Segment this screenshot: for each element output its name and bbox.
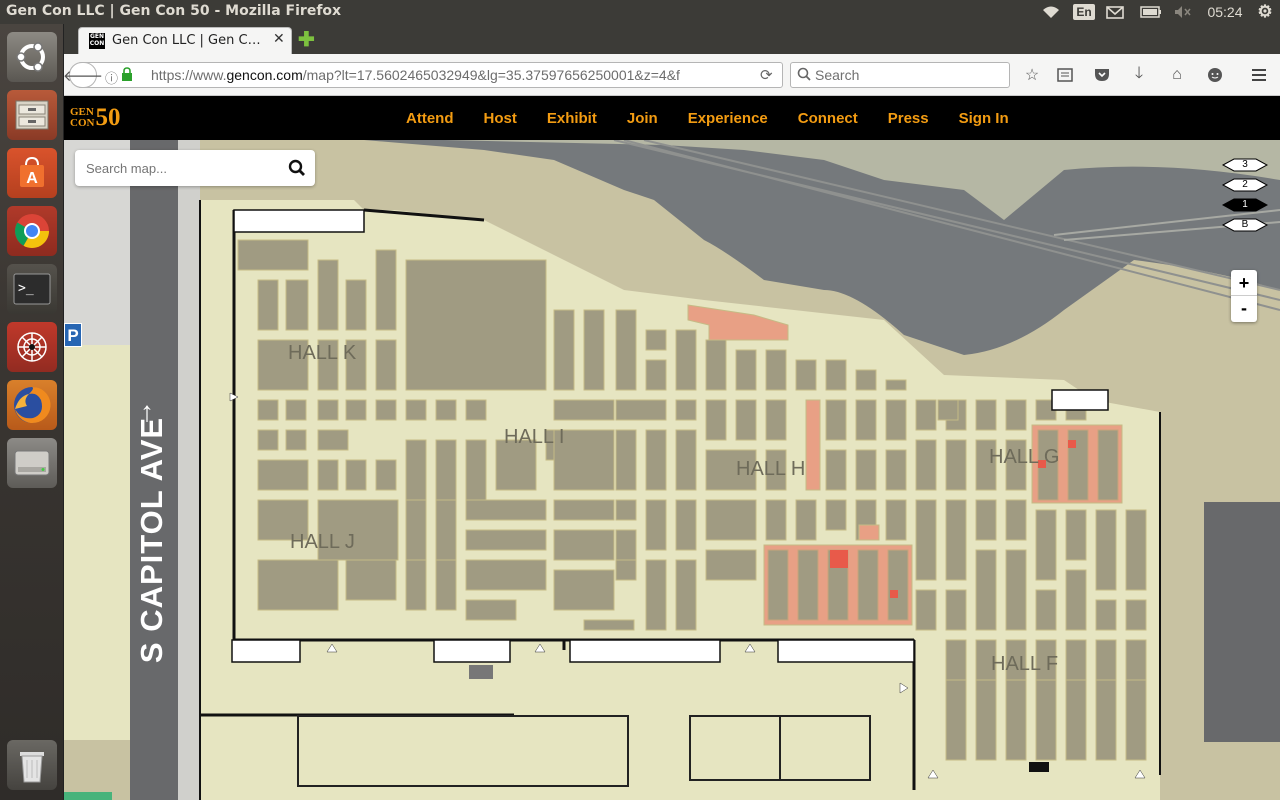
parking-sign-icon: P [64,323,82,347]
wifi-icon[interactable] [1041,4,1061,20]
hall-label-k: HALL K [288,342,357,364]
url-path: /map?lt=17.5602465032949&lg=35.375976562… [302,67,680,83]
url-domain: gencon.com [226,67,303,83]
clock[interactable]: 05:24 [1203,4,1247,20]
hall-label-g: HALL G [989,446,1060,468]
browser-search-placeholder: Search [815,67,860,83]
browser-chrome: GEN CON Gen Con LLC | Gen C… ✕ ✚ 🡐 ⓘ http… [63,24,1280,96]
url-prefix: https://www. [151,67,227,83]
hall-label-i: HALL I [504,426,565,448]
home-icon[interactable]: ⌂ [1166,64,1188,86]
hall-label-f: HALL F [991,653,1059,675]
downloads-arrow-icon[interactable]: 🡓 [1128,64,1150,86]
search-magnifier-icon [797,67,811,84]
level-1-button-active[interactable]: 1 [1221,198,1269,212]
nav-press[interactable]: Press [888,110,929,127]
hall-label-j: HALL J [290,531,355,553]
shopping-bag-icon[interactable]: A [7,148,57,198]
battery-icon[interactable] [1139,4,1163,20]
firefox-icon[interactable] [7,380,57,430]
navigation-toolbar: 🡐 ⓘ https://www.gencon.com/map?lt=17.560… [63,54,1280,96]
zoom-out-button[interactable]: - [1231,296,1257,322]
url-bar[interactable]: 🡐 ⓘ https://www.gencon.com/map?lt=17.560… [63,62,783,88]
tab-close-icon[interactable]: ✕ [273,31,285,47]
pocket-icon[interactable] [1091,64,1113,86]
level-2-button[interactable]: 2 [1221,178,1269,192]
ubuntu-logo-icon[interactable] [7,32,57,82]
nav-experience[interactable]: Experience [688,110,768,127]
floor-map[interactable]: S CAPITOL AVE ↑ P HALL K HALL I HALL H H… [64,140,1280,800]
site-header: GEN CON 50 Attend Host Exhibit Join Expe… [64,96,1280,140]
settings-gear-icon[interactable]: ⚙ [1255,2,1275,21]
window-title: Gen Con LLC | Gen Con 50 - Mozilla Firef… [6,3,342,19]
nav-sign-in[interactable]: Sign In [959,110,1009,127]
reading-list-icon[interactable] [1054,64,1076,86]
tab-active[interactable]: GEN CON Gen Con LLC | Gen C… ✕ [78,27,292,54]
chrome-icon[interactable] [7,206,57,256]
svg-text:>_: >_ [18,281,34,296]
bookmark-star-icon[interactable]: ☆ [1021,64,1043,86]
nav-exhibit[interactable]: Exhibit [547,110,597,127]
disk-drive-icon[interactable] [7,438,57,488]
level-b-label: B [1241,219,1249,230]
hamburger-menu-icon[interactable] [1248,64,1270,86]
tab-title: Gen Con LLC | Gen C… [112,33,261,48]
trash-icon[interactable] [7,740,57,790]
nav-connect[interactable]: Connect [798,110,858,127]
level-1-label: 1 [1242,199,1248,210]
lock-icon[interactable] [121,67,133,83]
zoom-in-button[interactable]: + [1231,270,1257,296]
svg-text:A: A [26,170,38,187]
mail-icon[interactable] [1104,4,1126,20]
map-search-input[interactable] [75,150,285,186]
map-canvas[interactable] [64,140,1280,800]
file-cabinet-icon[interactable] [7,90,57,140]
tab-strip: GEN CON Gen Con LLC | Gen C… ✕ ✚ [64,24,1280,54]
logo-number: 50 [95,104,121,131]
level-2-label: 2 [1242,179,1248,190]
terminal-icon[interactable]: >_ [7,264,57,314]
hall-label-h: HALL H [736,458,806,480]
site-nav: Attend Host Exhibit Join Experience Conn… [406,96,1039,140]
url-text[interactable]: https://www.gencon.com/map?lt=17.5602465… [151,67,726,83]
logo-con: CON [70,117,95,129]
level-3-button[interactable]: 3 [1221,158,1269,172]
chat-smiley-icon[interactable] [1204,64,1226,86]
gencon-logo[interactable]: GEN CON 50 [70,104,121,131]
keyboard-layout-indicator[interactable]: En [1073,4,1095,20]
spider-web-icon[interactable] [7,322,57,372]
nav-host[interactable]: Host [484,110,517,127]
new-tab-plus-icon[interactable]: ✚ [298,27,315,52]
unity-launcher: A >_ [0,24,64,800]
browser-search-box[interactable]: Search [790,62,1010,88]
back-arrow-icon[interactable]: 🡐 [63,62,103,88]
reload-icon[interactable]: ⟳ [760,66,773,84]
volume-muted-icon[interactable] [1172,4,1194,20]
nav-attend[interactable]: Attend [406,110,454,127]
street-label: S CAPITOL AVE [134,398,174,683]
gencon-favicon-icon: GEN CON [89,33,105,49]
map-search-box[interactable] [75,150,315,186]
street-direction-arrow-icon: ↑ [140,396,154,427]
zoom-control: + - [1231,270,1257,322]
nav-join[interactable]: Join [627,110,658,127]
level-3-label: 3 [1242,159,1248,170]
level-b-button[interactable]: B [1221,218,1269,232]
street-name: S CAPITOL AVE [134,416,169,664]
info-icon[interactable]: ⓘ [105,68,118,87]
search-icon[interactable] [288,159,306,180]
system-top-panel: Gen Con LLC | Gen Con 50 - Mozilla Firef… [0,0,1280,24]
